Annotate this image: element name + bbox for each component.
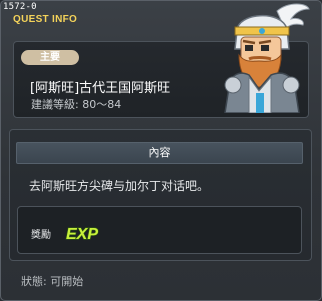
reward-box [17, 206, 302, 254]
quest-info-window: 1572-0 QUEST INFO 主要 [阿斯旺]古代王国阿斯旺 建議等級: … [0, 0, 322, 301]
npc-knight-portrait-icon [224, 3, 310, 113]
exp-icon: EXP [65, 225, 99, 243]
content-section-header: 內容 [16, 142, 303, 164]
quest-description: 去阿斯旺方尖碑与加尔丁对话吧。 [29, 179, 210, 193]
window-title: QUEST INFO [13, 14, 78, 25]
quest-name: [阿斯旺]古代王国阿斯旺 [30, 81, 171, 96]
exp-text: EXP [66, 226, 98, 243]
quest-type-badge: 主要 [21, 50, 79, 65]
quest-status: 狀態: 可開始 [21, 275, 84, 288]
quest-recommended-level: 建議等級: 80～84 [31, 98, 122, 111]
quest-id: 1572-0 [3, 2, 37, 12]
reward-label: 獎勵 [31, 230, 51, 241]
